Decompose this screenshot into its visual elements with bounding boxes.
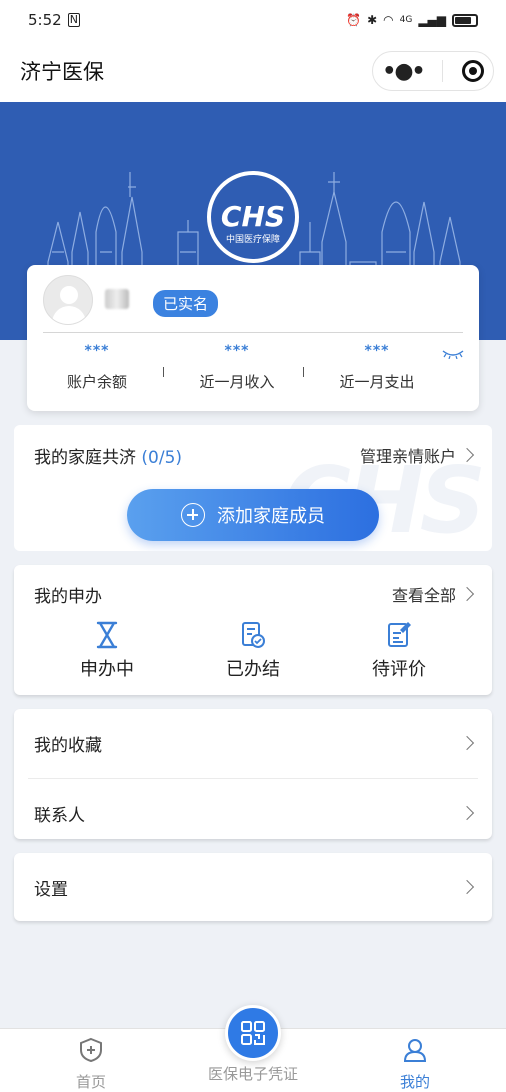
stat-label: 近一月支出 [339,373,415,391]
stat-balance[interactable]: *** 账户余额 [27,343,167,397]
stat-separator [303,367,304,377]
shield-plus-icon [80,1037,102,1063]
chs-logo-subtitle: 中国医疗保障 [226,233,280,245]
stat-label: 账户余额 [66,373,127,391]
menu-item-label: 我的收藏 [34,735,102,756]
user-name-blurred [105,289,129,309]
chevron-right-icon [459,805,475,821]
app-item-in-progress[interactable]: 申办中 [57,621,157,681]
chevron-right-icon [459,586,475,602]
alarm-icon: ⏰ [346,13,362,27]
more-icon[interactable]: •●• [382,59,425,84]
manage-family-label: 管理亲情账户 [359,447,456,466]
menu-item-label: 联系人 [34,805,85,826]
menu-divider [28,778,478,779]
avatar[interactable] [43,275,93,325]
page-title: 济宁医保 [20,60,104,84]
view-all-label: 查看全部 [391,586,456,605]
close-mini-program-icon[interactable] [461,60,484,82]
family-sharing-section: CHS 我的家庭共济 (0/5) 管理亲情账户 添加家庭成员 [14,425,492,551]
menu-item-settings[interactable]: 设置 [14,855,492,919]
tab-insurance-card[interactable]: 医保电子凭证 [193,1063,313,1084]
manage-family-link[interactable]: 管理亲情账户 [359,443,475,467]
family-title: 我的家庭共济 (0/5) [34,443,182,468]
stat-value: *** [364,343,390,359]
stat-value: *** [224,343,250,359]
stat-income[interactable]: *** 近一月收入 [167,343,307,397]
tab-home[interactable]: 首页 [31,1037,151,1092]
menu-list: 我的收藏 联系人 [14,709,492,839]
eye-closed-icon[interactable] [442,349,464,359]
stat-label: 近一月收入 [199,373,275,391]
app-item-completed[interactable]: 已办结 [203,621,303,681]
family-title-text: 我的家庭共济 [34,448,136,468]
add-family-member-label: 添加家庭成员 [217,506,325,527]
my-applications-section: 我的申办 查看全部 申办中 已办结 待评价 [14,565,492,695]
menu-item-contacts[interactable]: 联系人 [14,781,492,845]
edit-document-icon [388,622,411,647]
battery-icon [452,13,478,27]
app-item-label: 已办结 [226,659,280,680]
family-count: (0/5) [141,448,183,468]
app-item-to-review[interactable]: 待评价 [349,621,449,681]
nav-bar: 济宁医保 •●• [0,40,506,102]
status-time: 5:52 [28,11,62,29]
tab-label: 首页 [75,1073,106,1091]
chevron-right-icon [459,735,475,751]
document-check-icon [242,622,265,648]
capsule-divider [442,60,444,82]
qr-code-button[interactable] [225,1005,281,1061]
verified-badge: 已实名 [153,290,219,317]
app-item-label: 待评价 [372,659,426,680]
qr-code-icon [241,1021,265,1045]
user-account-card: 已实名 *** 账户余额 *** 近一月收入 *** 近一月支出 [27,265,479,411]
bluetooth-icon: ✱ [367,13,378,27]
stat-separator [163,367,164,377]
chevron-right-icon [459,879,475,895]
chs-logo-text: CHS [221,200,285,233]
settings-section: 设置 [14,853,492,921]
menu-item-label: 设置 [34,879,68,900]
wifi-icon: ◠ [383,13,394,27]
account-stats: *** 账户余额 *** 近一月收入 *** 近一月支出 [27,343,479,397]
tab-label: 医保电子凭证 [207,1065,298,1083]
applications-title: 我的申办 [34,587,102,607]
tab-mine[interactable]: 我的 [355,1037,475,1092]
plus-circle-icon [181,503,205,527]
signal-icon: ▂▄▆ [418,13,446,27]
mini-program-capsule: •●• [372,51,494,91]
menu-item-favorites[interactable]: 我的收藏 [14,711,492,775]
network-type: 4G [399,15,413,25]
chevron-right-icon [459,447,475,463]
stat-expense[interactable]: *** 近一月支出 [307,343,447,397]
tab-label: 我的 [399,1073,430,1091]
nfc-icon: N [67,13,80,27]
hourglass-icon [96,621,118,649]
status-bar: 5:52 N ⏰ ✱ ◠ 4G ▂▄▆ [0,0,506,40]
card-divider [43,332,463,333]
user-icon [403,1039,427,1062]
view-all-link[interactable]: 查看全部 [391,582,475,606]
app-item-label: 申办中 [80,659,134,680]
add-family-member-button[interactable]: 添加家庭成员 [127,489,379,541]
stat-value: *** [84,343,110,359]
